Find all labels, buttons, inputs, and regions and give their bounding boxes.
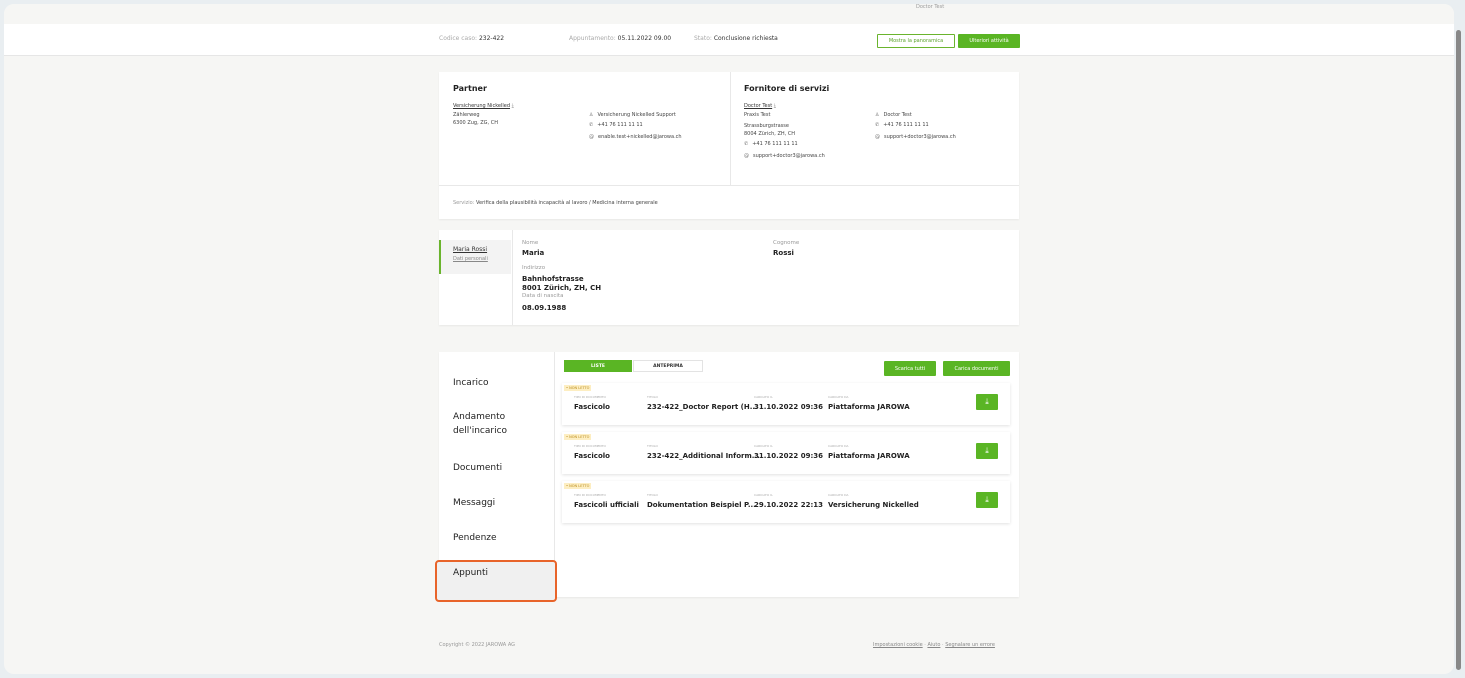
document-row[interactable]: • NON LETTO TIPO DI DOCUMENTO TITOLO CAR… [562,432,1010,474]
download-icon[interactable]: ⤓ [976,394,998,410]
provider-city: 8004 Zürich, ZH, CH [744,131,796,137]
provider-phone: ✆ +41 76 111 11 11 [744,141,798,147]
address-line2: 8001 Zürich, ZH, CH [522,284,602,292]
provider-contact-phone: ✆ +41 76 111 11 11 [875,122,929,128]
footer-links: Impostazioni cookie · Aiuto · Segnalare … [873,642,995,648]
divider [512,230,513,325]
download-icon[interactable]: ⤓ [774,103,776,109]
download-icon[interactable]: ⤓ [976,492,998,508]
copyright: Copyright © 2022 JAROWA AG [439,642,516,648]
partner-street: Zählerweg [453,112,480,118]
last-name-label: Cognome [773,240,800,246]
person-card: Maria Rossi Dati personali Nome Maria Co… [439,230,1019,325]
doc-title[interactable]: Dokumentation Beispiel P... [647,501,756,509]
doc-date: 31.10.2022 09:36 [754,452,824,460]
case-header: Codice caso: 232-422 Appuntamento: 05.11… [4,24,1454,56]
main-card: Incarico Andamento dell'incarico Documen… [435,352,1019,602]
provider-contact-email: @ support+doctor3@jarowa.ch [875,134,956,140]
provider-street: Strassburgstrasse [744,123,789,129]
provider-practice: Praxis Test [744,112,771,118]
provider-email: @ support+doctor3@jarowa.ch [744,153,825,159]
download-all-button[interactable]: Scarica tutti [884,361,936,376]
provider-title: Fornitore di servizi [744,84,830,93]
nav-item-andamento[interactable]: Andamento dell'incarico [453,410,533,438]
first-name-value: Maria [522,249,545,257]
appointment: Appuntamento: 05.11.2022 09.00 [569,35,672,42]
more-activities-button[interactable]: Ulteriori attività [958,34,1020,48]
person-tab[interactable]: Maria Rossi Dati personali [439,240,511,274]
dob-label: Data di nascita [522,293,564,299]
doc-title[interactable]: 232-422_Additional Inform... [647,452,760,460]
tab-list[interactable]: LISTE [564,360,632,372]
person-tab-sub[interactable]: Dati personali [453,255,488,263]
doc-date: 29.10.2022 22:13 [754,501,824,509]
download-icon[interactable]: ⤓ [512,103,514,109]
show-overview-button[interactable]: Mostra la panoramica [877,34,955,48]
partner-city: 6300 Zug, ZG, CH [453,120,498,126]
nav-item-pendenze[interactable]: Pendenze [453,531,497,545]
nav-item-incarico[interactable]: Incarico [453,376,488,390]
nav-item-appunti[interactable]: Appunti [453,566,488,580]
doc-type: Fascicolo [574,452,610,460]
partner-email: @ enable.test+nickelled@jarowa.ch [589,134,682,140]
partner-title: Partner [453,84,487,93]
document-row[interactable]: • NON LETTO TIPO DI DOCUMENTO TITOLO CAR… [562,383,1010,425]
phone-icon: ✆ [589,122,594,128]
partner-phone: ✆ +41 76 111 11 11 [589,122,643,128]
doc-uploader: Versicherung Nickelled [828,501,919,509]
tab-preview[interactable]: ANTEPRIMA [633,360,703,372]
top-bar: Doctor Test [4,4,1454,24]
case-status: Stato: Conclusione richiesta [694,35,778,42]
download-icon[interactable]: ⤓ [976,443,998,459]
dob-value: 08.09.1988 [522,304,567,312]
nav-item-documenti[interactable]: Documenti [453,461,502,475]
at-icon: @ [875,134,880,140]
address-label: Indirizzo [522,265,546,271]
doc-date: 31.10.2022 09:36 [754,403,824,411]
doc-type: Fascicoli ufficiali [574,501,639,509]
doc-uploader: Piattaforma JAROWA [828,403,910,411]
doc-uploader: Piattaforma JAROWA [828,452,910,460]
divider [439,185,1019,186]
help-link[interactable]: Aiuto [927,642,940,648]
upload-documents-button[interactable]: Carica documenti [943,361,1010,376]
partner-name[interactable]: Versicherung Nickelled ⤓ [453,102,518,110]
app-window: Doctor Test Codice caso: 232-422 Appunta… [4,4,1454,674]
person-tab-name[interactable]: Maria Rossi [453,246,487,254]
first-name-label: Nome [522,240,539,246]
partner-contact: ♙ Versicherung Nickelled Support [589,112,676,118]
report-error-link[interactable]: Segnalare un errore [945,642,995,648]
documents-panel: LISTE ANTEPRIMA Scarica tutti Carica doc… [554,352,1019,597]
phone-icon: ✆ [744,141,749,147]
unread-badge: • NON LETTO [564,483,592,489]
user-name[interactable]: Doctor Test [916,4,944,10]
provider-contact: ♙ Doctor Test [875,112,912,118]
doc-title[interactable]: 232-422_Doctor Report (H... [647,403,758,411]
unread-badge: • NON LETTO [564,385,592,391]
service-info: Servizio: Verifica della plausibilità in… [453,200,658,206]
case-code: Codice caso: 232-422 [439,35,505,42]
at-icon: @ [589,134,594,140]
last-name-value: Rossi [773,249,794,257]
phone-icon: ✆ [875,122,880,128]
scrollbar[interactable] [1456,30,1461,670]
unread-badge: • NON LETTO [564,434,592,440]
parties-card: Partner Versicherung Nickelled ⤓ Zählerw… [439,72,1019,219]
document-row[interactable]: • NON LETTO TIPO DI DOCUMENTO TITOLO CAR… [562,481,1010,523]
doc-type: Fascicolo [574,403,610,411]
person-icon: ♙ [875,112,880,118]
at-icon: @ [744,153,749,159]
provider-name[interactable]: Doctor Test ⤓ [744,102,780,110]
divider [730,72,731,185]
person-icon: ♙ [589,112,594,118]
nav-item-messaggi[interactable]: Messaggi [453,496,495,510]
cookie-settings-link[interactable]: Impostazioni cookie [873,642,923,648]
address-line1: Bahnhofstrasse [522,275,584,283]
